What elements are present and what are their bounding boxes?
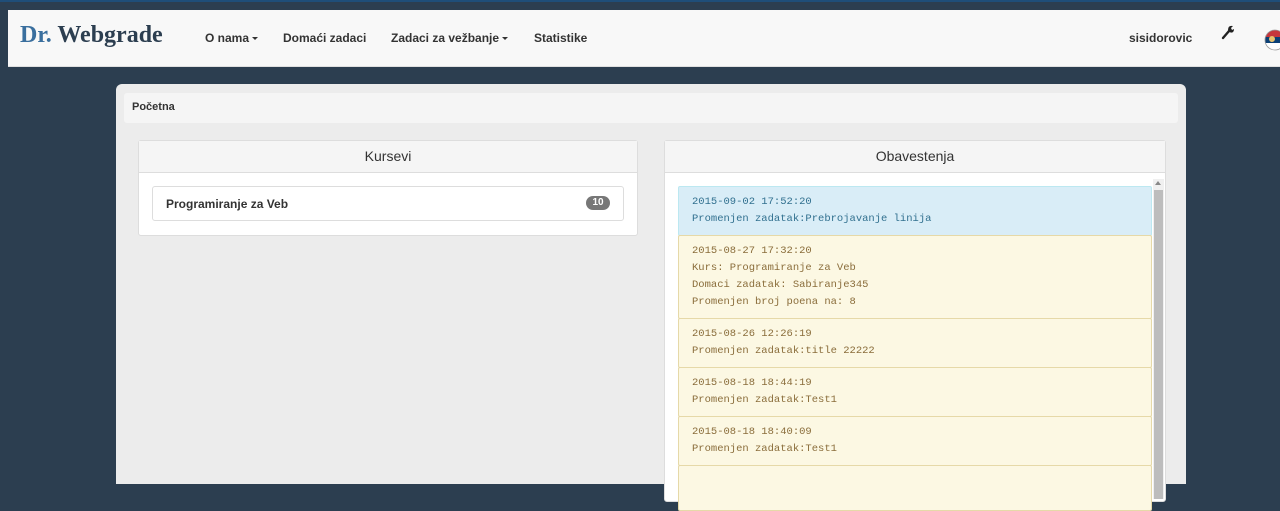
- nav-statistike[interactable]: Statistike: [534, 31, 587, 45]
- main-panel: Početna Kursevi Programiranje za Veb 10 …: [116, 84, 1186, 511]
- chevron-down-icon: [502, 37, 509, 41]
- notification-date: 2015-08-18 18:44:19: [692, 377, 812, 389]
- course-name: Programiranje za Veb: [166, 197, 289, 211]
- wrench-icon[interactable]: [1221, 24, 1235, 45]
- breadcrumb-home[interactable]: Početna: [132, 101, 175, 113]
- notification-text: Domaci zadatak: Sabiranje345: [692, 279, 869, 291]
- notification-item[interactable]: 2015-08-27 17:32:20 Kurs: Programiranje …: [678, 235, 1152, 319]
- notification-date: 2015-08-26 12:26:19: [692, 328, 812, 340]
- nav-o-nama[interactable]: O nama: [205, 31, 259, 45]
- brand-name: Webgrade: [57, 22, 163, 48]
- notification-text: Promenjen broj poena na: 8: [692, 296, 856, 308]
- nav-domaci-zadaci[interactable]: Domaći zadaci: [283, 31, 366, 45]
- courses-panel: Kursevi Programiranje za Veb 10: [138, 140, 638, 236]
- serbia-flag-icon[interactable]: [1264, 29, 1280, 56]
- notification-item[interactable]: 2015-08-18 18:40:09 Promenjen zadatak:Te…: [678, 416, 1152, 466]
- chevron-down-icon: [252, 37, 259, 41]
- notification-text: Promenjen zadatak:Test1: [692, 394, 837, 406]
- course-item[interactable]: Programiranje za Veb 10: [152, 186, 624, 221]
- nav-statistike-label: Statistike: [534, 31, 588, 45]
- nav-zadaci-za-vezbanje-label: Zadaci za vežbanje: [391, 31, 500, 45]
- notifications-title: Obavestenja: [665, 141, 1165, 173]
- notification-date: 2015-08-18 18:40:09: [692, 426, 812, 438]
- brand-prefix: Dr.: [20, 22, 52, 48]
- notification-text: Promenjen zadatak:title 22222: [692, 345, 875, 357]
- nav-zadaci-za-vezbanje[interactable]: Zadaci za vežbanje: [391, 31, 509, 45]
- notifications-list: 2015-09-02 17:52:20 Promenjen zadatak:Pr…: [678, 186, 1152, 511]
- notifications-scrollbar[interactable]: [1153, 179, 1164, 499]
- notification-date: 2015-09-02 17:52:20: [692, 196, 812, 208]
- notifications-panel: Obavestenja 2015-09-02 17:52:20 Promenje…: [664, 140, 1166, 511]
- breadcrumb: Početna: [124, 93, 1178, 123]
- notification-item[interactable]: 2015-09-02 17:52:20 Promenjen zadatak:Pr…: [678, 186, 1152, 236]
- notification-text: Promenjen zadatak:Test1: [692, 443, 837, 455]
- top-border: [0, 0, 1280, 2]
- notification-item[interactable]: 2015-08-26 12:26:19 Promenjen zadatak:ti…: [678, 318, 1152, 368]
- notification-item[interactable]: 2015-08-18 18:44:19 Promenjen zadatak:Te…: [678, 367, 1152, 417]
- nav-domaci-zadaci-label: Domaći zadaci: [283, 31, 367, 45]
- brand-logo[interactable]: Dr. Webgrade: [20, 22, 163, 49]
- nav-o-nama-label: O nama: [205, 31, 250, 45]
- scroll-up-icon[interactable]: [1155, 181, 1161, 185]
- courses-title: Kursevi: [139, 141, 637, 173]
- scrollbar-thumb[interactable]: [1154, 190, 1163, 499]
- user-menu[interactable]: sisidorovic: [1129, 31, 1192, 45]
- notification-date: 2015-08-27 17:32:20: [692, 245, 812, 257]
- navbar: Dr. Webgrade O nama Domaći zadaci Zadaci…: [8, 10, 1280, 67]
- notification-text: Promenjen zadatak:Prebrojavanje linija: [692, 213, 932, 225]
- notification-text: Kurs: Programiranje za Veb: [692, 262, 856, 274]
- course-count-badge: 10: [586, 196, 610, 210]
- notification-item-partial[interactable]: [678, 465, 1152, 511]
